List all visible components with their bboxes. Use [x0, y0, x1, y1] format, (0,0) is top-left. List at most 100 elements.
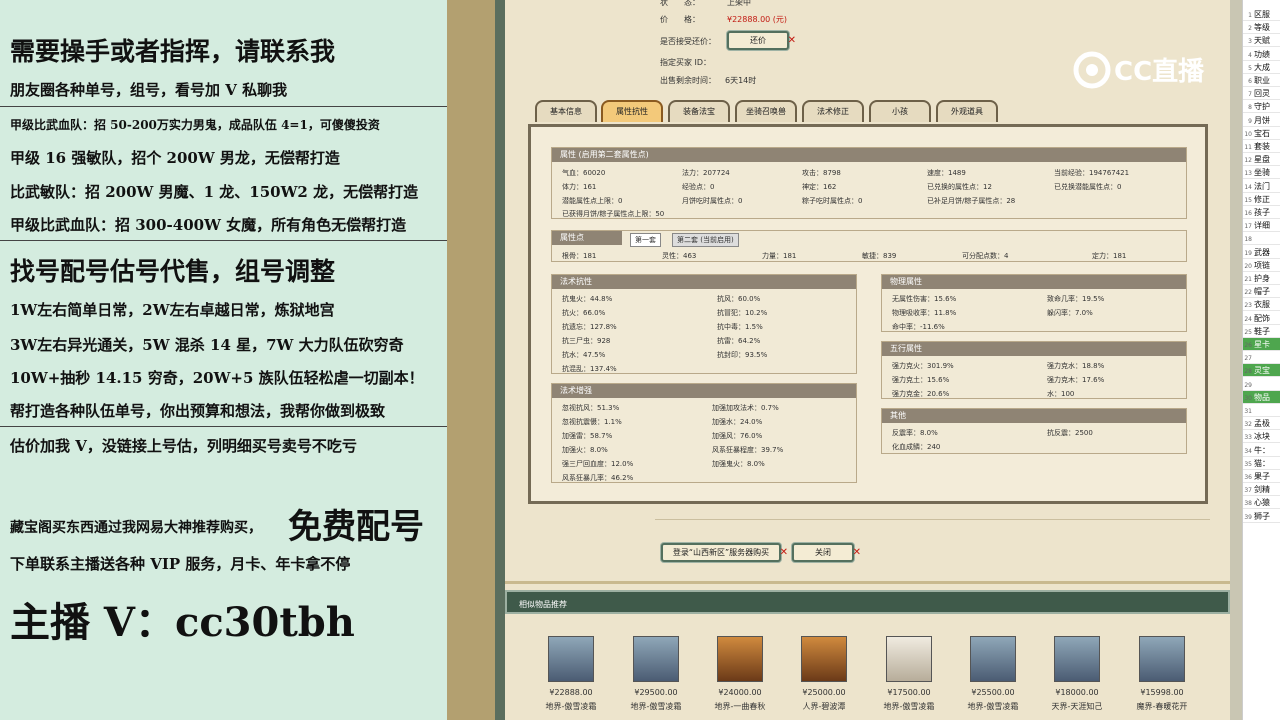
sidebar-row[interactable]: 29: [1243, 378, 1280, 391]
divider: [0, 106, 447, 107]
sidebar-row[interactable]: 34 牛：: [1243, 444, 1280, 457]
sidebar-row[interactable]: 32 孟极: [1243, 417, 1280, 431]
attr-cell: 经验点：0: [682, 183, 715, 191]
row-number: 19: [1244, 249, 1252, 257]
sidebar-row[interactable]: 3 天赋: [1243, 34, 1280, 48]
point-cell: 敏捷：839: [862, 252, 897, 260]
sidebar-row[interactable]: 5 大成: [1243, 61, 1280, 74]
boost-cell: 加强加攻法术：0.7%: [712, 404, 779, 412]
logo-text: CC直播: [1114, 57, 1205, 87]
sidebar-row[interactable]: 15 修正: [1243, 193, 1280, 206]
tab-attributes[interactable]: 属性抗性: [601, 100, 663, 122]
sidebar-row[interactable]: 30 物品: [1243, 390, 1280, 404]
sidebar-row-label: 职业: [1254, 76, 1270, 85]
sidebar-row[interactable]: 6 职业: [1243, 74, 1280, 87]
sidebar-row[interactable]: 25 鞋子: [1243, 325, 1280, 338]
sidebar-row[interactable]: 22 帽子: [1243, 285, 1280, 299]
counter-offer-button[interactable]: 还价 ✕: [727, 31, 796, 50]
sidebar-row-label: [1252, 353, 1254, 362]
tab-point-set-1[interactable]: 第一套: [630, 233, 661, 247]
resist-cell: 抗雷：64.2%: [717, 337, 761, 345]
recommend-item[interactable]: ¥25000.00 人界-碧波潭: [789, 636, 859, 712]
recommend-item[interactable]: ¥15998.00 魔界-春暖花开: [1127, 636, 1197, 712]
sidebar-row[interactable]: 39 狮子: [1243, 510, 1280, 523]
sidebar-row-label: 灵宝: [1254, 366, 1270, 376]
attributes-panel: 属性 (启用第二套属性点) 气血：60020 法力：207724 攻击：8798…: [528, 124, 1208, 504]
tab-point-set-2[interactable]: 第二套 (当前启用): [672, 233, 739, 247]
overlay-contact: 主播 V：cc30tbh: [10, 599, 355, 646]
item-server: 人界-碧波潭: [802, 702, 846, 711]
tab-basic-info[interactable]: 基本信息: [535, 100, 597, 122]
divider: [655, 519, 1210, 520]
sidebar-row[interactable]: 38 心猿: [1243, 496, 1280, 510]
sidebar-row[interactable]: 33 冰块: [1243, 430, 1280, 444]
row-number: 15: [1244, 196, 1252, 204]
sidebar-row-label: 修正: [1254, 194, 1270, 204]
sidebar-row[interactable]: 8 守护: [1243, 100, 1280, 114]
sidebar-row[interactable]: 17 详细: [1243, 219, 1280, 233]
sidebar-row[interactable]: 37 剑精: [1243, 483, 1280, 497]
sidebar-row[interactable]: 7 回灵: [1243, 87, 1280, 101]
scrollbar[interactable]: [1230, 0, 1242, 720]
sidebar-row[interactable]: 20 项链: [1243, 259, 1280, 272]
point-cell: 灵性：463: [662, 252, 697, 260]
sidebar-row[interactable]: 4 功绩: [1243, 48, 1280, 61]
character-avatar: [717, 636, 763, 682]
sidebar-row[interactable]: 11 套装: [1243, 140, 1280, 153]
row-number: 8: [1248, 104, 1252, 112]
resist-cell: 抗封印：93.5%: [717, 351, 768, 359]
cc-live-logo: CC直播: [1072, 50, 1242, 90]
sidebar-row[interactable]: 13 坐骑: [1243, 166, 1280, 180]
sidebar-row[interactable]: 14 法门: [1243, 180, 1280, 193]
row-number: 38: [1244, 500, 1252, 508]
recommend-item[interactable]: ¥24000.00 地界-一曲春秋: [705, 636, 775, 712]
tab-child[interactable]: 小孩: [869, 100, 931, 122]
sidebar-row[interactable]: 9 月饼: [1243, 114, 1280, 127]
recommend-item[interactable]: ¥22888.00 地界-傲雪凌霜: [536, 636, 606, 712]
sidebar-row[interactable]: 16 孩子: [1243, 206, 1280, 219]
sidebar-row[interactable]: 2 等级: [1243, 21, 1280, 35]
boost-cell: 忽视抗风：51.3%: [562, 404, 620, 412]
sidebar-row[interactable]: 28 灵宝: [1243, 364, 1280, 378]
sidebar-row[interactable]: 26 星卡: [1243, 338, 1280, 351]
phys-cell: 无属性伤害：15.6%: [892, 295, 957, 303]
sidebar-row[interactable]: 27: [1243, 351, 1280, 365]
overlay-headline: 免费配号: [288, 507, 424, 547]
recommend-item[interactable]: ¥25500.00 地界-傲雪凌霜: [958, 636, 1028, 712]
sidebar-row[interactable]: 19 武器: [1243, 246, 1280, 259]
sidebar-row[interactable]: 21 护身: [1243, 272, 1280, 285]
attr-cell: 当前经验：194767421: [1054, 169, 1130, 177]
close-button[interactable]: 关闭 ✕: [792, 543, 861, 562]
sidebar-row[interactable]: 31: [1243, 404, 1280, 417]
attr-cell: 攻击：8798: [802, 169, 841, 177]
item-price: ¥25500.00: [971, 688, 1015, 697]
tab-spell-mods[interactable]: 法术修正: [802, 100, 864, 122]
sidebar-row-label: [1252, 234, 1254, 243]
tab-mounts-pets[interactable]: 坐骑召唤兽: [735, 100, 797, 122]
section-header: 法术抗性: [552, 275, 856, 289]
overlay-line: 3W左右异光通关，5W 混杀 14 星，7W 大力队伍砍穷奇: [10, 336, 404, 354]
tab-equipment[interactable]: 装备法宝: [668, 100, 730, 122]
login-server-buy-button[interactable]: 登录“山西新区”服务器购买 ✕: [661, 543, 788, 562]
row-number: 6: [1248, 78, 1252, 85]
sidebar-row[interactable]: 1 区服: [1243, 8, 1280, 21]
recommend-item[interactable]: ¥29500.00 地界-傲雪凌霜: [621, 636, 691, 712]
sidebar-row[interactable]: 10 宝石: [1243, 127, 1280, 140]
sidebar-row[interactable]: 23 衣服: [1243, 298, 1280, 312]
sidebar-row[interactable]: 24 配饰: [1243, 312, 1280, 325]
sidebar-row[interactable]: 36 果子: [1243, 470, 1280, 483]
close-icon: ✕: [852, 547, 861, 558]
tab-appearance[interactable]: 外观道具: [936, 100, 998, 122]
other-cell: 化血成鳞：240: [892, 443, 941, 451]
item-server: 地界-傲雪凌霜: [630, 702, 682, 711]
spell-resistance-section: 法术抗性 抗鬼火：44.8% 抗风：60.0% 抗火：66.0% 抗冒犯：10.…: [551, 274, 857, 374]
overlay-line: 估价加我 V，没链接上号估，列明细买号卖号不吃亏: [10, 437, 357, 455]
recommend-item[interactable]: ¥18000.00 天界-天涯知己: [1042, 636, 1112, 712]
divider: [505, 581, 1230, 584]
character-avatar: [970, 636, 1016, 682]
sidebar-row[interactable]: 35 猫：: [1243, 457, 1280, 470]
sidebar-row[interactable]: 18: [1243, 232, 1280, 246]
row-number: 31: [1244, 408, 1252, 415]
recommend-item[interactable]: ¥17500.00 地界-傲雪凌霜: [874, 636, 944, 712]
sidebar-row[interactable]: 12 星盘: [1243, 153, 1280, 167]
